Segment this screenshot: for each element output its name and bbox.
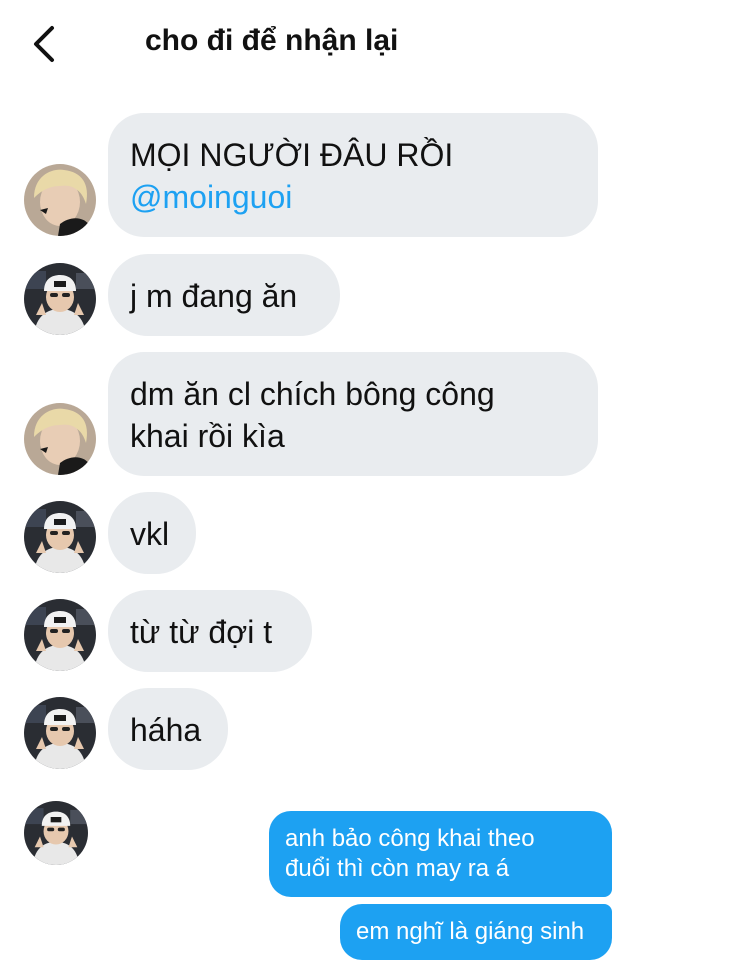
message-bubble-incoming[interactable]: dm ăn cl chích bông công khai rồi kìa [108, 352, 598, 476]
message-text: háha [130, 712, 202, 748]
message-text-line-1: anh bảo công khai theo [285, 825, 535, 852]
avatar-cap-user[interactable] [24, 501, 96, 573]
conversation-title: cho đi để nhận lại [145, 24, 399, 57]
avatar-cap-user[interactable] [24, 801, 88, 865]
back-button[interactable] [24, 22, 68, 66]
message-bubble-incoming[interactable]: háha [108, 688, 228, 770]
avatar-cap-user[interactable] [24, 697, 96, 769]
message-bubble-incoming[interactable]: vkl [108, 492, 196, 574]
chat-header: cho đi để nhận lại [0, 0, 750, 90]
message-bubble-incoming[interactable]: j m đang ăn [108, 254, 340, 336]
message-bubble-incoming[interactable]: MỌI NGƯỜI ĐÂU RỒI @moinguoi [108, 113, 598, 237]
message-bubble-outgoing[interactable]: anh bảo công khai theo đuổi thì còn may … [269, 811, 612, 897]
message-text-line-1: dm ăn cl chích bông công [130, 376, 495, 412]
avatar-cap-user[interactable] [24, 263, 96, 335]
message-text-line-2: đuổi thì còn may ra á [285, 855, 510, 882]
message-text: j m đang ăn [130, 278, 298, 314]
message-bubble-outgoing[interactable]: em nghĩ là giáng sinh [340, 904, 612, 960]
message-bubble-incoming[interactable]: từ từ đợi t [108, 590, 312, 672]
avatar-blonde-user[interactable] [24, 403, 96, 475]
mention-link[interactable]: @moinguoi [130, 176, 576, 218]
chevron-left-icon [34, 26, 54, 62]
avatar-cap-user[interactable] [24, 599, 96, 671]
message-text: em nghĩ là giáng sinh [356, 918, 585, 945]
avatar-blonde-user[interactable] [24, 164, 96, 236]
message-text-line-2: khai rồi kìa [130, 418, 285, 454]
message-text: vkl [130, 516, 170, 552]
message-text: MỌI NGƯỜI ĐÂU RỒI [130, 137, 454, 173]
message-text: từ từ đợi t [130, 614, 273, 650]
